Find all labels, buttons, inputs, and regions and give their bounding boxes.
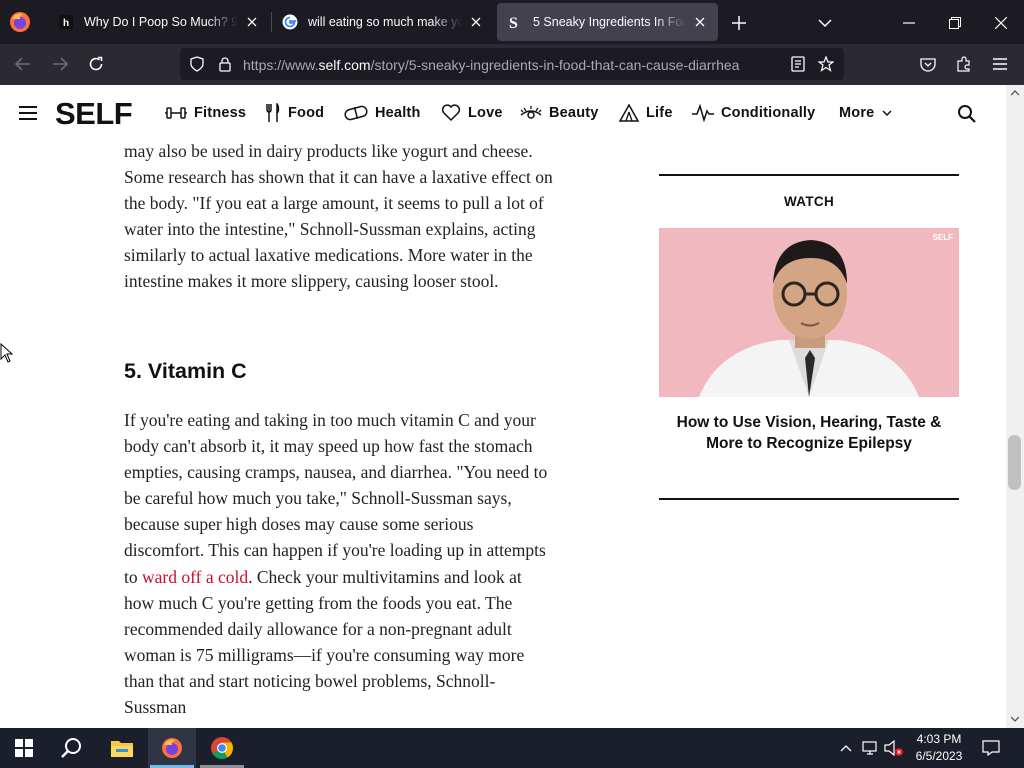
article-paragraph: If you're eating and taking in too much … [124, 407, 554, 720]
self-favicon-icon: h [58, 14, 74, 30]
pulse-icon [692, 104, 714, 122]
url-domain: self.com [318, 57, 371, 73]
app-menu-hamburger-icon[interactable] [990, 54, 1010, 74]
nav-item-life[interactable]: Life [619, 103, 673, 123]
nav-item-love[interactable]: Love [441, 103, 503, 123]
reload-icon[interactable] [85, 53, 107, 75]
forward-arrow-icon[interactable] [49, 53, 71, 75]
tab-5-sneaky-ingredients[interactable]: S 5 Sneaky Ingredients In Food That Can … [497, 3, 718, 41]
paragraph-text: If you're eating and taking in too much … [124, 410, 548, 587]
nav-label: Fitness [194, 105, 247, 121]
nav-item-health[interactable]: Health [344, 103, 421, 123]
video-thumbnail[interactable]: SELF [659, 228, 959, 397]
sparkle-eye-icon [520, 106, 542, 119]
fork-knife-icon [266, 103, 280, 122]
notifications-icon[interactable] [976, 728, 1006, 768]
restore-window-icon[interactable] [944, 12, 966, 34]
watch-divider-top [659, 174, 959, 176]
scrollbar-thumb[interactable] [1008, 435, 1021, 490]
new-tab-icon[interactable] [728, 12, 750, 34]
svg-text:S: S [509, 15, 518, 30]
tab-title: will eating so much make you have diarrh… [308, 15, 462, 29]
url-prefix: https://www. [243, 57, 319, 73]
back-arrow-icon[interactable] [12, 53, 34, 75]
nav-item-fitness[interactable]: Fitness [165, 103, 246, 123]
search-icon[interactable] [957, 104, 977, 124]
watch-divider-bottom [659, 498, 959, 500]
nav-label: More [839, 105, 875, 121]
extensions-puzzle-icon[interactable] [954, 54, 974, 74]
doctor-portrait-image [659, 228, 959, 397]
url-path: /story/5-sneaky-ingredients-in-food-that… [370, 57, 740, 73]
heart-icon [441, 104, 461, 122]
scroll-down-arrow-icon[interactable] [1009, 713, 1021, 725]
close-tab-icon[interactable] [244, 14, 260, 30]
pill-icon [344, 105, 368, 121]
clock-time: 4:03 PM [916, 732, 962, 746]
nav-label: Food [288, 105, 325, 121]
section-heading: 5. Vitamin C [124, 359, 247, 383]
tent-icon [619, 104, 639, 122]
file-explorer-icon[interactable] [98, 728, 146, 768]
page-scrollbar[interactable] [1006, 85, 1024, 728]
mouse-cursor-icon [0, 342, 14, 368]
site-header: SELF Fitness Food Health Love Beauty Lif… [0, 85, 1006, 141]
self-s-favicon-icon: S [507, 14, 523, 30]
bookmark-star-icon[interactable] [816, 54, 836, 74]
tracking-shield-icon[interactable] [187, 54, 207, 74]
site-menu-hamburger-icon[interactable] [19, 106, 37, 120]
close-window-icon[interactable] [990, 12, 1012, 34]
watch-label: WATCH [784, 194, 834, 209]
tab-will-eating[interactable]: will eating so much make you have diarrh… [272, 3, 494, 41]
tab-title: Why Do I Poop So Much? 9 Causes [84, 15, 238, 29]
paragraph-text: . Check your multivitamins and look at h… [124, 566, 525, 718]
nav-item-conditionally[interactable]: Conditionally [692, 103, 815, 123]
google-favicon-icon [282, 14, 298, 30]
scroll-up-arrow-icon[interactable] [1009, 87, 1021, 99]
self-logo[interactable]: SELF [55, 96, 133, 132]
pocket-icon[interactable] [918, 54, 938, 74]
video-watermark: SELF [932, 233, 953, 242]
nav-label: Health [375, 105, 421, 121]
nav-item-more[interactable]: More [839, 103, 892, 123]
list-tabs-chevron-icon[interactable] [814, 12, 836, 34]
ward-off-a-cold-link[interactable]: ward off a cold [142, 567, 248, 587]
url-text[interactable]: https://www.self.com/story/5-sneaky-ingr… [243, 57, 739, 73]
show-hidden-icons-chevron-icon[interactable] [836, 728, 856, 768]
close-tab-icon[interactable] [468, 14, 484, 30]
network-icon[interactable] [860, 728, 882, 768]
dumbbell-icon [165, 107, 187, 119]
nav-label: Conditionally [721, 105, 816, 121]
nav-label: Life [646, 105, 673, 121]
windows-start-icon[interactable] [0, 728, 48, 768]
web-page: SELF Fitness Food Health Love Beauty Lif… [0, 85, 1006, 728]
reader-view-icon[interactable] [788, 54, 808, 74]
video-title-link[interactable]: How to Use Vision, Hearing, Taste & More… [675, 413, 943, 454]
article-paragraph: may also be used in dairy products like … [124, 141, 553, 292]
nav-item-food[interactable]: Food [265, 103, 324, 123]
close-tab-icon[interactable] [692, 14, 708, 30]
taskbar-search-icon[interactable] [48, 728, 96, 768]
nav-item-beauty[interactable]: Beauty [520, 103, 599, 123]
clock-date: 6/5/2023 [915, 749, 963, 763]
lock-icon[interactable] [215, 54, 235, 74]
volume-muted-icon[interactable] [883, 728, 905, 768]
minimize-window-icon[interactable] [898, 12, 920, 34]
nav-label: Beauty [549, 105, 599, 121]
nav-label: Love [468, 105, 503, 121]
system-clock[interactable]: 4:03 PM 6/5/2023 [906, 731, 972, 765]
firefox-menu-icon[interactable] [8, 10, 32, 34]
firefox-taskbar-icon[interactable] [148, 728, 196, 768]
svg-text:h: h [63, 18, 69, 29]
chrome-taskbar-icon[interactable] [198, 728, 246, 768]
chevron-down-icon [882, 109, 892, 116]
tab-title: 5 Sneaky Ingredients In Food That Can Ca… [533, 15, 686, 29]
tab-why-do-i-poop[interactable]: h Why Do I Poop So Much? 9 Causes [48, 3, 270, 41]
